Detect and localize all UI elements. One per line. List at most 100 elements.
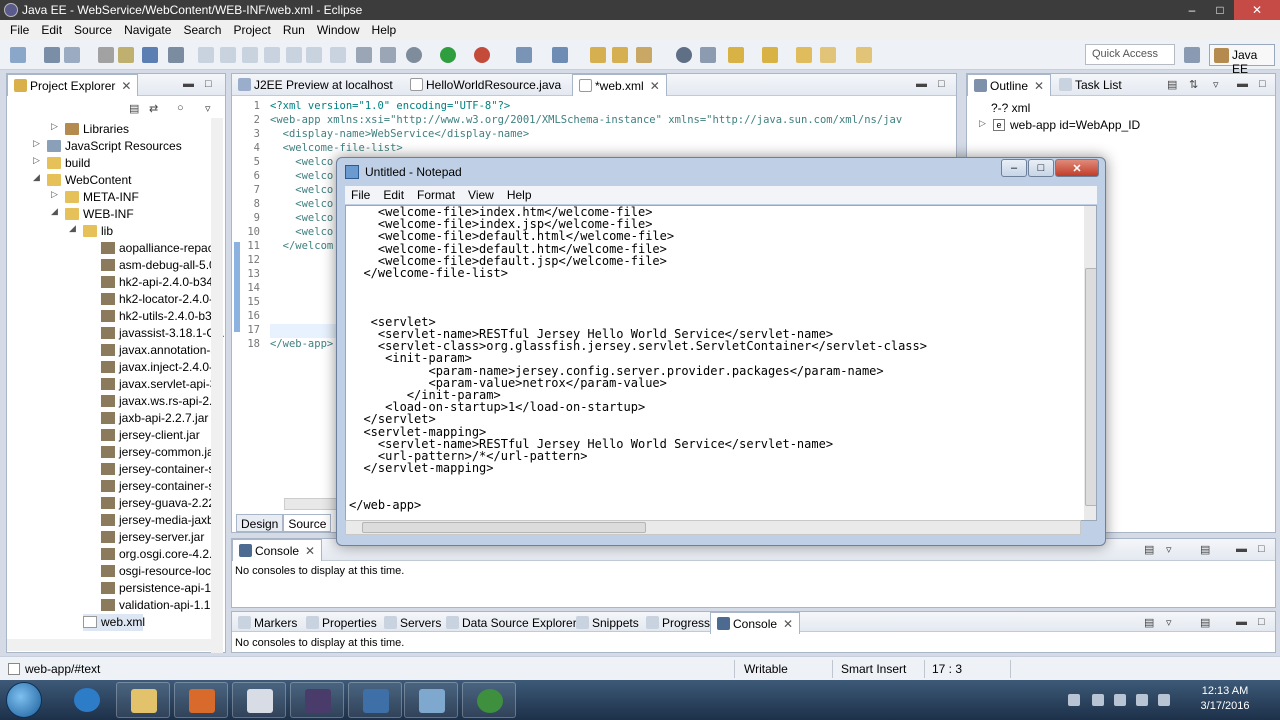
open-console-icon[interactable]: ▤ xyxy=(1200,543,1210,556)
start-button[interactable] xyxy=(6,682,42,718)
network-icon[interactable] xyxy=(1136,694,1148,706)
toggle-whitespace-icon[interactable] xyxy=(380,47,396,63)
explorer-vertical-scrollbar[interactable] xyxy=(211,118,223,653)
open-resource-icon[interactable] xyxy=(612,47,628,63)
console-icon[interactable] xyxy=(142,47,158,63)
notepad-vertical-scrollbar[interactable] xyxy=(1084,206,1096,520)
tab-markers[interactable]: Markers xyxy=(232,612,303,634)
toggle-block-icon[interactable] xyxy=(356,47,372,63)
close-icon[interactable]: ✕ xyxy=(305,544,315,558)
display-console-icon[interactable]: ▿ xyxy=(1166,616,1172,629)
java-ee-perspective-button[interactable]: Java EE xyxy=(1209,44,1275,76)
minimize-view-icon[interactable]: ▬ xyxy=(916,78,927,90)
taskbar-notepad[interactable] xyxy=(232,682,286,718)
focus-icon[interactable]: ○ xyxy=(177,102,184,114)
collapse-all-icon[interactable]: ▤ xyxy=(1167,78,1177,91)
tray-icon[interactable] xyxy=(1068,694,1080,706)
notepad-maximize-button[interactable]: □ xyxy=(1028,159,1054,177)
minimize-button[interactable]: – xyxy=(1178,0,1206,20)
tab-j2ee-preview[interactable]: J2EE Preview at localhost xyxy=(232,74,399,96)
tab-properties[interactable]: Properties xyxy=(300,612,383,634)
terminate-icon[interactable] xyxy=(242,47,258,63)
close-icon[interactable]: ✕ xyxy=(650,79,660,93)
collapse-all-icon[interactable]: ▤ xyxy=(129,102,139,115)
run-icon[interactable] xyxy=(440,47,456,63)
maximize-view-icon[interactable]: □ xyxy=(1258,543,1265,555)
taskbar-explorer[interactable] xyxy=(116,682,170,718)
tree-item-web-xml[interactable]: web.xml xyxy=(83,614,145,631)
menu-source[interactable]: Source xyxy=(68,23,118,37)
close-button[interactable]: ✕ xyxy=(1234,0,1280,20)
maximize-view-icon[interactable]: □ xyxy=(205,78,212,90)
taskbar-ie[interactable] xyxy=(60,682,114,718)
globe-icon[interactable] xyxy=(676,47,692,63)
pin-console-icon[interactable]: ▤ xyxy=(1144,616,1154,629)
menu-run[interactable]: Run xyxy=(277,23,311,37)
edit-icon[interactable] xyxy=(700,47,716,63)
notepad-menu-view[interactable]: View xyxy=(462,188,501,202)
tab-data-source-explorer[interactable]: Data Source Explorer xyxy=(440,612,583,634)
save-icon[interactable] xyxy=(44,47,60,63)
debug-icon[interactable] xyxy=(406,47,422,63)
taskbar-eclipse[interactable] xyxy=(290,682,344,718)
outline-item-xml[interactable]: ?-? xml xyxy=(991,101,1030,115)
notepad-close-button[interactable]: ✕ xyxy=(1055,159,1099,177)
tray-icon[interactable] xyxy=(1092,694,1104,706)
maximize-view-icon[interactable]: □ xyxy=(1258,616,1265,628)
taskbar-remote-desktop[interactable] xyxy=(348,682,402,718)
close-icon[interactable]: ✕ xyxy=(783,617,793,631)
editor-horizontal-scrollbar[interactable] xyxy=(284,498,344,510)
notepad-menu-edit[interactable]: Edit xyxy=(377,188,411,202)
run-external-icon[interactable] xyxy=(474,47,490,63)
minimize-view-icon[interactable]: ▬ xyxy=(1236,616,1247,628)
server-icon[interactable] xyxy=(516,47,532,63)
print-icon[interactable] xyxy=(98,47,114,63)
step-over-icon[interactable] xyxy=(306,47,322,63)
tab-outline[interactable]: Outline ✕ xyxy=(967,74,1052,96)
expand-arrow-icon[interactable]: ▷ xyxy=(979,118,986,129)
notepad-horizontal-scrollbar[interactable] xyxy=(345,520,1081,535)
notepad-menu-file[interactable]: File xyxy=(345,188,377,202)
open-type-icon[interactable] xyxy=(590,47,606,63)
open-console-icon[interactable]: ▤ xyxy=(1200,616,1210,629)
menu-edit[interactable]: Edit xyxy=(35,23,68,37)
skip-breakpoints-icon[interactable] xyxy=(168,47,184,63)
menu-project[interactable]: Project xyxy=(227,23,276,37)
notepad-menu-format[interactable]: Format xyxy=(411,188,462,202)
minimize-view-icon[interactable]: ▬ xyxy=(1236,543,1247,555)
tab-console[interactable]: Console ✕ xyxy=(232,539,323,561)
last-edit-icon[interactable] xyxy=(796,47,812,63)
tab-web-xml[interactable]: *web.xml ✕ xyxy=(572,74,667,96)
new-server-icon[interactable] xyxy=(552,47,568,63)
step-return-icon[interactable] xyxy=(330,47,346,63)
notepad-menu-help[interactable]: Help xyxy=(501,188,539,202)
tab-progress[interactable]: Progress xyxy=(640,612,716,634)
outline-item-web-app[interactable]: web-app id=WebApp_ID xyxy=(1010,118,1140,132)
open-perspective-icon[interactable] xyxy=(1184,47,1200,63)
minimize-view-icon[interactable]: ▬ xyxy=(1237,78,1248,90)
maximize-view-icon[interactable]: □ xyxy=(1259,78,1266,90)
taskbar-media-player[interactable] xyxy=(174,682,228,718)
tab-task-list[interactable]: Task List xyxy=(1053,74,1128,96)
pin-console-icon[interactable]: ▤ xyxy=(1144,543,1154,556)
new-icon[interactable] xyxy=(10,47,26,63)
close-icon[interactable]: ✕ xyxy=(121,79,131,93)
tray-icon[interactable] xyxy=(1114,694,1126,706)
tab-project-explorer[interactable]: Project Explorer ✕ xyxy=(7,74,139,96)
tab-console-bottom[interactable]: Console ✕ xyxy=(710,612,801,634)
resume-icon[interactable] xyxy=(198,47,214,63)
sort-icon[interactable]: ⇅ xyxy=(1189,78,1198,91)
save-all-icon[interactable] xyxy=(64,47,80,63)
previous-annotation-icon[interactable] xyxy=(762,47,778,63)
tab-snippets[interactable]: Snippets xyxy=(570,612,645,634)
taskbar-chrome[interactable] xyxy=(462,682,516,718)
tab-servers[interactable]: Servers xyxy=(378,612,447,634)
close-icon[interactable]: ✕ xyxy=(1034,79,1044,93)
menu-window[interactable]: Window xyxy=(311,23,366,37)
task-icon[interactable] xyxy=(118,47,134,63)
volume-icon[interactable] xyxy=(1158,694,1170,706)
step-into-icon[interactable] xyxy=(286,47,302,63)
tab-design[interactable]: Design xyxy=(236,514,284,532)
tab-source[interactable]: Source xyxy=(283,514,332,532)
display-console-icon[interactable]: ▿ xyxy=(1166,543,1172,556)
